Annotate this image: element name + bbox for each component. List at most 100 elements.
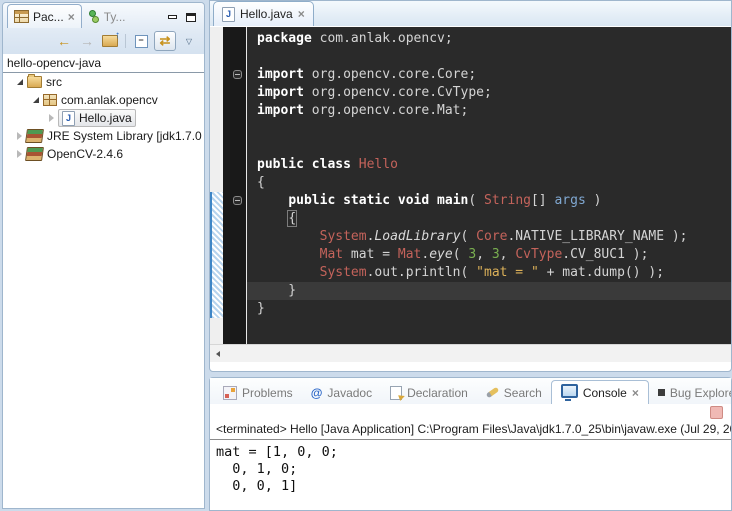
selection-range-indicator <box>210 192 223 318</box>
link-with-editor-button[interactable]: ⇄ <box>154 31 176 51</box>
tab-problems[interactable]: Problems <box>214 381 302 404</box>
fold-gutter <box>223 27 246 344</box>
code-line[interactable]: System.LoadLibrary( Core.NATIVE_LIBRARY_… <box>257 228 731 246</box>
tree-item-label: OpenCV-2.4.6 <box>47 147 123 161</box>
tab-declaration[interactable]: Declaration <box>381 381 477 404</box>
console-line[interactable]: 0, 0, 1] <box>216 478 731 495</box>
bug-explorer-icon <box>658 389 665 396</box>
code-line[interactable]: System.out.println( "mat = " + mat.dump(… <box>257 264 731 282</box>
tree-item-label: Hello.java <box>79 111 132 125</box>
toolbar-separator <box>125 34 126 48</box>
editor-tab-label: Hello.java <box>240 7 293 21</box>
tree-item-label: src <box>46 75 62 89</box>
collapse-all-icon: − <box>135 35 148 48</box>
tab-label: Javadoc <box>327 386 372 400</box>
code-lines: package com.anlak.opencv; import org.ope… <box>257 30 731 318</box>
maximize-icon[interactable] <box>186 13 196 22</box>
editor-body: package com.anlak.opencv; import org.ope… <box>210 27 731 344</box>
source-folder-icon <box>27 76 42 88</box>
package-explorer-icon <box>14 10 29 23</box>
problems-icon <box>223 386 237 400</box>
scroll-left-arrow-icon[interactable] <box>216 351 220 357</box>
annotation-gutter <box>210 27 223 344</box>
tree-item-package[interactable]: com.anlak.opencv <box>3 91 204 109</box>
console-icon <box>561 384 578 398</box>
tab-javadoc[interactable]: @ Javadoc <box>302 381 381 404</box>
tree-project-root[interactable]: hello-opencv-java <box>3 54 204 73</box>
panel-window-buttons <box>168 13 204 28</box>
code-line[interactable]: { <box>257 210 731 228</box>
package-tree: hello-opencv-java src com.anlak.opencv J… <box>3 54 204 163</box>
forward-arrow-icon: → <box>80 33 94 49</box>
tab-bug-explorer[interactable]: Bug Explorer <box>649 381 731 404</box>
tree-item-hello-java[interactable]: J Hello.java <box>3 109 204 127</box>
tab-label: Declaration <box>407 386 468 400</box>
tab-type-hierarchy[interactable]: Ty... <box>82 5 132 28</box>
tree-item-opencv-library[interactable]: OpenCV-2.4.6 <box>3 145 204 163</box>
horizontal-scrollbar[interactable] <box>210 344 731 362</box>
tab-label: Search <box>504 386 542 400</box>
code-line[interactable] <box>257 138 731 156</box>
tab-hello-java-editor[interactable]: J Hello.java × <box>213 1 314 26</box>
tab-label: Ty... <box>104 10 126 24</box>
left-panel-tab-bar: Pac... × Ty... <box>3 3 204 28</box>
tab-package-explorer[interactable]: Pac... × <box>7 4 82 28</box>
forward-button[interactable]: → <box>77 32 97 50</box>
library-icon <box>25 147 44 161</box>
code-line[interactable]: public static void main( String[] args ) <box>257 192 731 210</box>
collapsed-arrow-icon[interactable] <box>49 114 54 122</box>
console-panel: Problems @ Javadoc Declaration Search Co… <box>209 377 732 511</box>
code-line[interactable]: public class Hello <box>257 156 731 174</box>
bottom-tab-bar: Problems @ Javadoc Declaration Search Co… <box>210 378 731 404</box>
console-line[interactable]: mat = [1, 0, 0; <box>216 444 731 461</box>
tab-label: Problems <box>242 386 293 400</box>
up-button[interactable]: ↑ <box>100 32 120 50</box>
java-file-icon: J <box>222 7 235 22</box>
fold-collapse-icon[interactable] <box>233 196 242 205</box>
selected-item-box[interactable]: J Hello.java <box>58 109 136 127</box>
code-line[interactable]: import org.opencv.core.CvType; <box>257 84 731 102</box>
up-arrow-icon: ↑ <box>115 30 120 41</box>
chevron-down-icon: ▽ <box>186 37 192 46</box>
terminate-icon[interactable] <box>710 406 723 419</box>
fold-collapse-icon[interactable] <box>233 70 242 79</box>
collapsed-arrow-icon[interactable] <box>17 150 22 158</box>
package-explorer-toolbar: ← → ↑ − ⇄ ▽ <box>3 28 204 54</box>
code-line[interactable]: import org.opencv.core.Core; <box>257 66 731 84</box>
code-line[interactable]: } <box>257 300 731 318</box>
code-line[interactable]: } <box>247 282 731 300</box>
view-menu-button[interactable]: ▽ <box>179 32 199 50</box>
back-button[interactable]: ← <box>54 32 74 50</box>
tab-console[interactable]: Console × <box>551 380 649 404</box>
collapsed-arrow-icon[interactable] <box>17 132 22 140</box>
code-line[interactable]: Mat mat = Mat.eye( 3, 3, CvType.CV_8UC1 … <box>257 246 731 264</box>
back-arrow-icon: ← <box>57 33 71 49</box>
console-header: <terminated> Hello [Java Application] C:… <box>210 421 731 440</box>
expand-arrow-icon[interactable] <box>17 79 23 85</box>
code-area[interactable]: package com.anlak.opencv; import org.ope… <box>247 27 731 344</box>
java-file-icon: J <box>62 111 75 126</box>
tab-label: Pac... <box>33 10 64 24</box>
tab-search[interactable]: Search <box>477 381 551 404</box>
up-folder-icon: ↑ <box>102 35 118 47</box>
close-icon[interactable]: × <box>298 9 305 19</box>
editor-pane: J Hello.java × package com.anlak.opencv;… <box>209 0 732 372</box>
minimize-icon[interactable] <box>168 14 177 22</box>
declaration-icon <box>390 386 402 400</box>
close-icon[interactable]: × <box>68 12 75 22</box>
tree-item-jre-library[interactable]: JRE System Library [jdk1.7.0 <box>3 127 204 145</box>
tree-item-src[interactable]: src <box>3 73 204 91</box>
console-line[interactable]: 0, 1, 0; <box>216 461 731 478</box>
code-line[interactable]: import org.opencv.core.Mat; <box>257 102 731 120</box>
tab-label: Console <box>583 386 627 400</box>
code-line[interactable] <box>257 48 731 66</box>
close-icon[interactable]: × <box>632 388 639 398</box>
code-line[interactable] <box>257 120 731 138</box>
collapse-all-button[interactable]: − <box>131 32 151 50</box>
editor-tab-bar: J Hello.java × <box>210 1 731 27</box>
console-output[interactable]: mat = [1, 0, 0; 0, 1, 0; 0, 0, 1] <box>210 440 731 495</box>
code-line[interactable]: package com.anlak.opencv; <box>257 30 731 48</box>
expand-arrow-icon[interactable] <box>33 97 39 103</box>
search-icon <box>486 387 500 399</box>
code-line[interactable]: { <box>257 174 731 192</box>
